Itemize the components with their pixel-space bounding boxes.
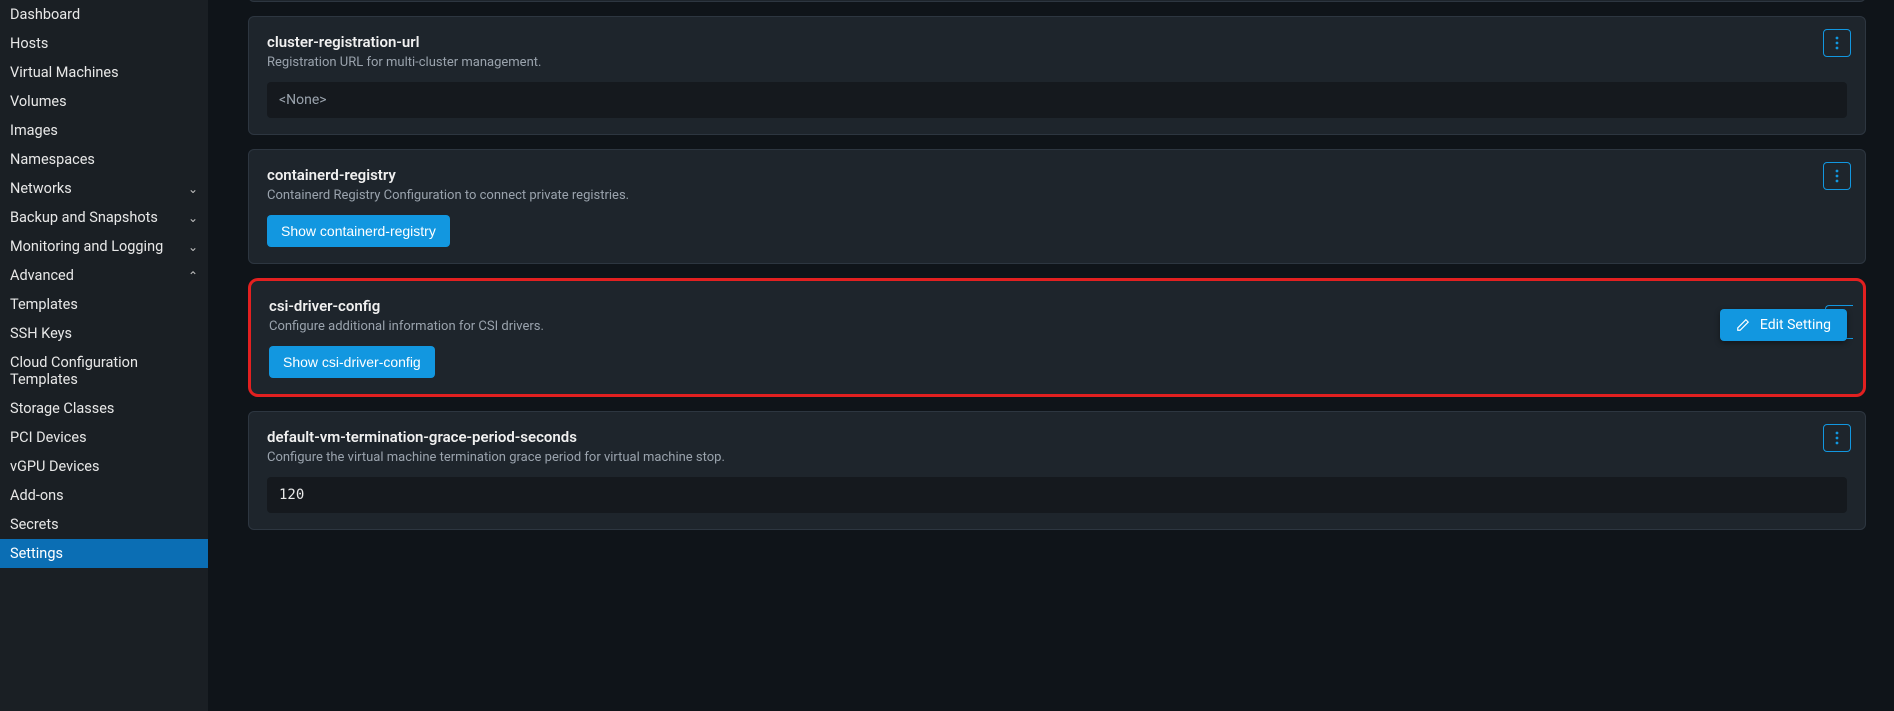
sidebar-item-secrets[interactable]: Secrets bbox=[0, 510, 208, 539]
chevron-down-icon: ⌄ bbox=[188, 182, 198, 196]
setting-description: Configure additional information for CSI… bbox=[269, 319, 1845, 334]
sidebar-item-cloud-config-templates[interactable]: Cloud Configuration Templates bbox=[0, 348, 208, 394]
sidebar-item-templates[interactable]: Templates bbox=[0, 290, 208, 319]
setting-card-default-vm-termination: default-vm-termination-grace-period-seco… bbox=[248, 411, 1866, 530]
sidebar-item-volumes[interactable]: Volumes bbox=[0, 87, 208, 116]
setting-value: <None> bbox=[267, 82, 1847, 118]
sidebar-item-advanced[interactable]: Advanced⌃ bbox=[0, 261, 208, 290]
main-content: cluster-registration-url Registration UR… bbox=[208, 0, 1894, 711]
sidebar-item-ssh-keys[interactable]: SSH Keys bbox=[0, 319, 208, 348]
sidebar-item-virtual-machines[interactable]: Virtual Machines bbox=[0, 58, 208, 87]
setting-card-partial bbox=[248, 0, 1866, 2]
sidebar-item-images[interactable]: Images bbox=[0, 116, 208, 145]
sidebar-item-networks[interactable]: Networks⌄ bbox=[0, 174, 208, 203]
show-containerd-registry-button[interactable]: Show containerd-registry bbox=[267, 215, 450, 247]
setting-title: default-vm-termination-grace-period-seco… bbox=[267, 428, 1847, 446]
sidebar-item-hosts[interactable]: Hosts bbox=[0, 29, 208, 58]
sidebar-item-pci-devices[interactable]: PCI Devices bbox=[0, 423, 208, 452]
setting-card-cluster-registration-url: cluster-registration-url Registration UR… bbox=[248, 16, 1866, 135]
sidebar-item-storage-classes[interactable]: Storage Classes bbox=[0, 394, 208, 423]
setting-description: Configure the virtual machine terminatio… bbox=[267, 450, 1847, 465]
pencil-icon bbox=[1736, 318, 1750, 332]
sidebar-item-monitoring-logging[interactable]: Monitoring and Logging⌄ bbox=[0, 232, 208, 261]
sidebar-item-dashboard[interactable]: Dashboard bbox=[0, 0, 208, 29]
setting-card-csi-driver-config: Edit Setting csi-driver-config Configure… bbox=[248, 278, 1866, 397]
setting-card-containerd-registry: containerd-registry Containerd Registry … bbox=[248, 149, 1866, 264]
chevron-down-icon: ⌄ bbox=[188, 240, 198, 254]
sidebar-item-namespaces[interactable]: Namespaces bbox=[0, 145, 208, 174]
edit-setting-button[interactable]: Edit Setting bbox=[1720, 309, 1847, 341]
actions-menu-button[interactable] bbox=[1823, 424, 1851, 452]
setting-description: Registration URL for multi-cluster manag… bbox=[267, 55, 1847, 70]
sidebar-item-add-ons[interactable]: Add-ons bbox=[0, 481, 208, 510]
chevron-down-icon: ⌄ bbox=[188, 211, 198, 225]
setting-title: containerd-registry bbox=[267, 166, 1847, 184]
chevron-up-icon: ⌃ bbox=[188, 269, 198, 283]
setting-value: 120 bbox=[267, 477, 1847, 513]
setting-title: csi-driver-config bbox=[269, 297, 1845, 315]
actions-menu-button[interactable] bbox=[1823, 29, 1851, 57]
setting-description: Containerd Registry Configuration to con… bbox=[267, 188, 1847, 203]
sidebar-item-backup-snapshots[interactable]: Backup and Snapshots⌄ bbox=[0, 203, 208, 232]
sidebar: Dashboard Hosts Virtual Machines Volumes… bbox=[0, 0, 208, 711]
sidebar-item-settings[interactable]: Settings bbox=[0, 539, 208, 568]
sidebar-item-vgpu-devices[interactable]: vGPU Devices bbox=[0, 452, 208, 481]
setting-title: cluster-registration-url bbox=[267, 33, 1847, 51]
show-csi-driver-config-button[interactable]: Show csi-driver-config bbox=[269, 346, 435, 378]
actions-menu-button[interactable] bbox=[1823, 162, 1851, 190]
